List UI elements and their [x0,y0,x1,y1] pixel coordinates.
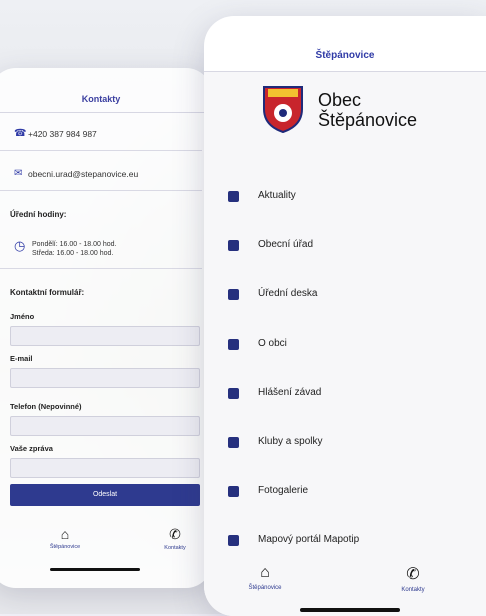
clubs-icon [228,437,239,448]
field-label-name: Jméno [10,312,35,321]
divider [0,190,202,191]
navigation-drawer: Obec Štěpánovice Aktuality Obecní úřad Ú… [204,72,486,616]
email-icon: ✉ [14,168,23,179]
menu-label: Úřední deska [258,288,318,299]
nav-contacts[interactable]: ✆ Kontakty [368,564,458,593]
home-indicator [300,608,400,612]
hours-line: Středa: 16.00 - 18.00 hod. [32,250,114,257]
menu-label: Aktuality [258,190,296,201]
phone-icon: ✆ [169,526,181,542]
board-icon [228,289,239,300]
home-icon: ⌂ [60,526,70,542]
nav-home-label: Štěpánovice [49,544,81,550]
clock-icon: ◷ [14,238,26,253]
menu-item-uredni-deska[interactable]: Úřední deska [204,282,486,312]
menu-label: Hlášení závad [258,387,322,398]
nav-contacts[interactable]: ✆ Kontakty [140,526,210,551]
menu-item-obecni-urad[interactable]: Obecní úřad [204,233,486,263]
brand-name: Obec Štěpánovice [318,90,417,130]
nav-home-label: Štěpánovice [248,585,282,591]
home-icon: ⌂ [260,564,270,581]
nav-contacts-label: Kontakty [164,545,186,551]
message-field[interactable] [10,458,200,478]
building-icon [228,240,239,251]
contact-email[interactable]: obecni.urad@stepanovice.eu [28,169,138,179]
contacts-title: Kontakty [81,94,121,104]
menu-item-o-obci[interactable]: O obci [204,332,486,362]
nav-home[interactable]: ⌂ Štěpánovice [30,526,100,550]
phone-icon: ☎ [14,128,27,139]
field-label-email: E-mail [10,354,33,363]
menu-label: Fotogalerie [258,485,309,496]
brand-line: Obec [318,90,362,110]
menu-item-fotogalerie[interactable]: Fotogalerie [204,479,486,509]
nav-home[interactable]: ⌂ Štěpánovice [220,564,310,591]
phone-icon: ✆ [406,566,420,583]
divider [0,150,202,151]
field-label-phone: Telefon (Nepovinné) [10,402,82,411]
hours-line: Pondělí: 16.00 - 18.00 hod. [32,241,117,248]
info-icon [228,339,239,350]
main-phone-screen: Štěpánovice Obec Štěpánovice Aktuality O… [204,16,486,616]
menu-item-kluby-a-spolky[interactable]: Kluby a spolky [204,430,486,460]
field-label-message: Vaše zpráva [10,444,53,453]
megaphone-icon [228,388,239,399]
coat-of-arms-icon [263,86,303,133]
contacts-phone-screen: Kontakty ☎ +420 387 984 987 ✉ obecni.ura… [0,68,212,588]
menu-label: Mapový portál Mapotip [258,534,360,545]
name-field[interactable] [10,326,200,346]
menu-item-aktuality[interactable]: Aktuality [204,184,486,214]
office-hours: Pondělí: 16.00 - 18.00 hod. Středa: 16.0… [32,240,116,258]
contact-form-heading: Kontaktní formulář: [10,288,85,297]
brand-line: Štěpánovice [318,110,418,130]
home-indicator [50,568,140,571]
menu-label: Kluby a spolky [258,436,323,447]
contact-phone[interactable]: +420 387 984 987 [28,129,97,139]
send-button[interactable]: Odeslat [10,484,200,506]
phone-field[interactable] [10,416,200,436]
header-divider [0,112,212,113]
divider [0,268,202,269]
app-title: Štěpánovice [315,50,375,61]
menu-item-hlaseni-zavad[interactable]: Hlášení závad [204,381,486,411]
nav-contacts-label: Kontakty [401,587,425,593]
menu-label: O obci [258,338,287,349]
bottom-nav: ⌂ Štěpánovice ✆ Kontakty [204,564,486,614]
email-field[interactable] [10,368,200,388]
menu-item-mapovy-portal[interactable]: Mapový portál Mapotip [204,528,486,558]
office-hours-heading: Úřední hodiny: [10,210,67,219]
news-icon [228,191,239,202]
menu-label: Obecní úřad [258,239,314,250]
gallery-icon [228,486,239,497]
map-icon [228,535,239,546]
